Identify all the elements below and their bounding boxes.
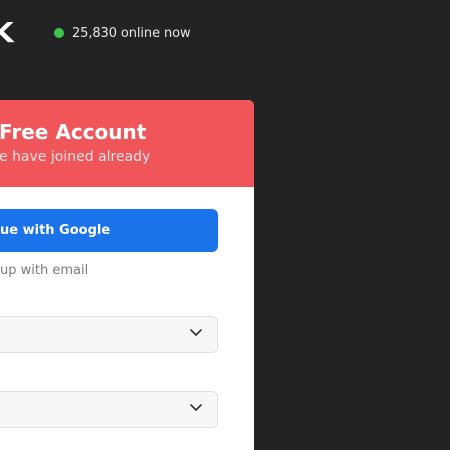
online-dot-icon [54,28,64,38]
signup-with-email-divider: up with email [0,263,89,278]
page: K 25,830 online now Free Account e have … [0,0,450,450]
signup-card: Free Account e have joined already ue wi… [0,100,254,450]
chevron-down-icon [190,329,202,336]
logo[interactable]: K [0,18,14,48]
select-field-2[interactable] [0,391,218,428]
card-title: Free Account [0,120,147,144]
chevron-down-icon [190,404,202,411]
select-field-1[interactable] [0,316,218,353]
online-status: 25,830 online now [54,24,191,42]
card-subtitle: e have joined already [0,149,151,165]
continue-with-google-button[interactable]: ue with Google [0,209,218,252]
card-header: Free Account e have joined already [0,100,254,187]
online-count: 25,830 online now [72,25,191,41]
